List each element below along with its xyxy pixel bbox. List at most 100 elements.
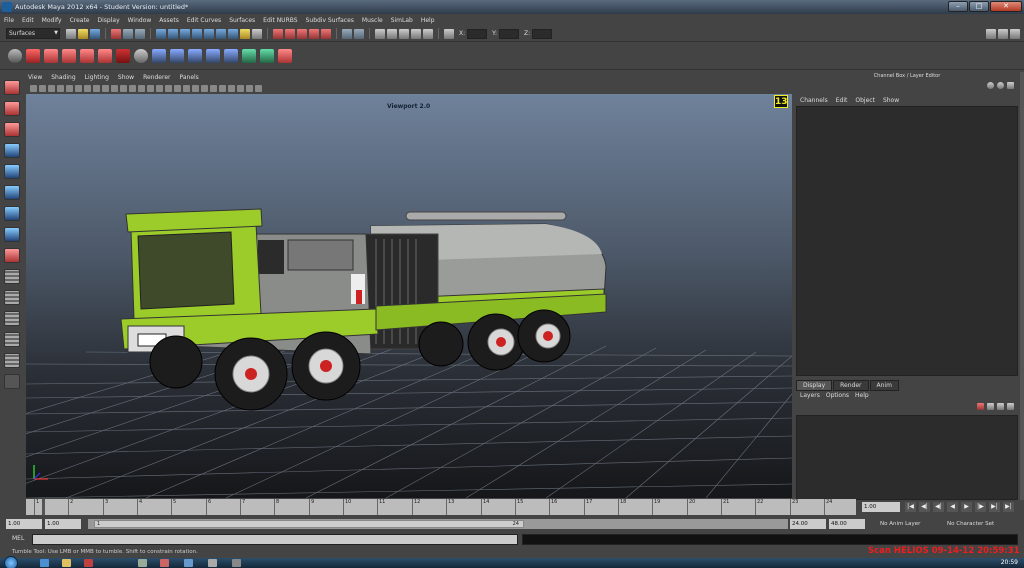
anim-layer-dropdown[interactable]: No Anim Layer <box>878 519 920 529</box>
snap-to-grid-icon[interactable] <box>273 28 283 39</box>
panel-menu-renderer[interactable]: Renderer <box>143 74 170 81</box>
menu-surfaces[interactable]: Surfaces <box>229 17 255 24</box>
shadows-icon[interactable] <box>174 84 181 92</box>
taskbar-app-icon[interactable] <box>232 559 241 567</box>
menu-window[interactable]: Window <box>128 17 152 24</box>
select-by-hierarchy-icon[interactable] <box>111 28 121 39</box>
layer-list[interactable] <box>796 415 1018 500</box>
menu-edit-curves[interactable]: Edit Curves <box>187 17 221 24</box>
xray-icon[interactable] <box>192 84 199 92</box>
time-slider[interactable]: 1 2 3 4 5 6 7 8 9 10 11 12 13 14 15 16 17 18 19 20 21 22 23 24 <box>26 499 856 515</box>
menu-edit[interactable]: Edit <box>22 17 34 24</box>
character-set-dropdown[interactable]: No Character Set <box>945 519 994 529</box>
field-chart-icon[interactable] <box>102 84 109 92</box>
bookmark-icon[interactable] <box>48 84 55 92</box>
media-player-icon[interactable] <box>84 559 93 567</box>
mel-label[interactable]: MEL <box>12 535 24 542</box>
menu-file[interactable]: File <box>4 17 14 24</box>
new-scene-icon[interactable] <box>66 28 76 39</box>
step-forward-key-button[interactable]: ▶| <box>989 502 1000 512</box>
pencil-curve-icon[interactable] <box>80 49 94 63</box>
select-dynamics-icon[interactable] <box>216 28 226 39</box>
smooth-shade-icon[interactable] <box>138 84 145 92</box>
hud-icon[interactable] <box>255 84 262 92</box>
range-slider-bar[interactable]: 1 24 <box>94 520 524 528</box>
animation-end-field[interactable]: 48.00 <box>829 519 865 529</box>
render-view-icon[interactable] <box>375 28 385 39</box>
persp-graph-layout-icon[interactable] <box>4 332 20 347</box>
tool-settings-icon[interactable] <box>998 29 1008 39</box>
camera-attributes-icon[interactable] <box>39 84 46 92</box>
z-field[interactable] <box>532 28 553 39</box>
hypershade-layout-icon[interactable] <box>4 353 20 368</box>
taskbar-app-icon[interactable] <box>160 559 169 567</box>
depth-of-field-icon[interactable] <box>246 84 253 92</box>
anti-aliasing-icon[interactable] <box>237 84 244 92</box>
menu-modify[interactable]: Modify <box>42 17 62 24</box>
options-menu[interactable]: Options <box>826 392 849 399</box>
panel-menu-shading[interactable]: Shading <box>51 74 75 81</box>
xray-joints-icon[interactable] <box>201 84 208 92</box>
step-back-frame-button[interactable]: ◀| <box>933 502 944 512</box>
loft-icon[interactable] <box>170 49 184 63</box>
current-frame-marker[interactable] <box>42 499 45 515</box>
taskbar-app-icon[interactable] <box>138 559 147 567</box>
detach-surfaces-icon[interactable] <box>260 49 274 63</box>
tab-anim[interactable]: Anim <box>869 380 899 391</box>
nurbs-sphere-icon[interactable] <box>134 49 148 63</box>
attach-surfaces-icon[interactable] <box>242 49 256 63</box>
new-layer-icon[interactable] <box>977 403 984 410</box>
select-tool-icon[interactable] <box>4 80 20 95</box>
menu-edit-nurbs[interactable]: Edit NURBS <box>263 17 297 24</box>
perspective-viewport[interactable]: Viewport 2.0 13 <box>26 94 792 498</box>
move-layer-down-icon[interactable] <box>1007 403 1014 410</box>
menu-muscle[interactable]: Muscle <box>362 17 383 24</box>
arc-tool-icon[interactable] <box>98 49 112 63</box>
soft-modification-icon[interactable] <box>4 227 20 242</box>
menu-display[interactable]: Display <box>98 17 120 24</box>
select-handles-icon[interactable] <box>156 28 166 39</box>
layout-options-icon[interactable] <box>4 374 20 389</box>
menu-simlab[interactable]: SimLab <box>391 17 413 24</box>
save-scene-icon[interactable] <box>90 28 100 39</box>
gate-mask-icon[interactable] <box>93 84 100 92</box>
right-scrollbar[interactable] <box>1020 72 1024 500</box>
play-forwards-button[interactable]: ▶ <box>961 502 972 512</box>
trim-tool-icon[interactable] <box>278 49 292 63</box>
select-surfaces-icon[interactable] <box>192 28 202 39</box>
panel-menu-view[interactable]: View <box>28 74 42 81</box>
move-tool-icon[interactable] <box>4 143 20 158</box>
internet-explorer-icon[interactable] <box>40 559 49 567</box>
bevel-icon[interactable] <box>224 49 238 63</box>
start-button[interactable] <box>4 556 18 568</box>
lasso-tool-icon[interactable] <box>4 101 20 116</box>
menu-help[interactable]: Help <box>421 17 435 24</box>
fire-truck-model[interactable] <box>120 208 607 411</box>
select-joints-icon[interactable] <box>168 28 178 39</box>
make-live-icon[interactable] <box>321 28 331 39</box>
persp-outliner-layout-icon[interactable] <box>4 311 20 326</box>
step-back-key-button[interactable]: ◀| <box>919 502 930 512</box>
paint-select-tool-icon[interactable] <box>4 122 20 137</box>
bezier-curve-icon[interactable] <box>116 49 130 63</box>
render-settings-icon[interactable] <box>411 28 421 39</box>
move-layer-up-icon[interactable] <box>997 403 1004 410</box>
highlight-selection-icon[interactable] <box>252 28 262 39</box>
grid-icon[interactable] <box>66 84 73 92</box>
safe-action-icon[interactable] <box>111 84 118 92</box>
menuset-dropdown[interactable]: Surfaces <box>6 28 60 39</box>
tab-render[interactable]: Render <box>833 380 869 391</box>
snap-to-view-plane-icon[interactable] <box>309 28 319 39</box>
select-tool-icon[interactable] <box>8 49 22 63</box>
resolution-gate-icon[interactable] <box>84 84 91 92</box>
nurbs-curve-icon[interactable] <box>44 49 58 63</box>
animation-start-field[interactable]: 1.00 <box>6 519 42 529</box>
channel-box-toggle-icon[interactable] <box>987 82 994 89</box>
isolate-select-icon[interactable] <box>183 84 190 92</box>
snap-to-curve-icon[interactable] <box>285 28 295 39</box>
menu-subdiv-surfaces[interactable]: Subdiv Surfaces <box>306 17 354 24</box>
render-current-frame-icon[interactable] <box>387 28 397 39</box>
ep-curve-icon[interactable] <box>62 49 76 63</box>
edit-menu[interactable]: Edit <box>836 97 848 104</box>
wireframe-on-shaded-icon[interactable] <box>147 84 154 92</box>
